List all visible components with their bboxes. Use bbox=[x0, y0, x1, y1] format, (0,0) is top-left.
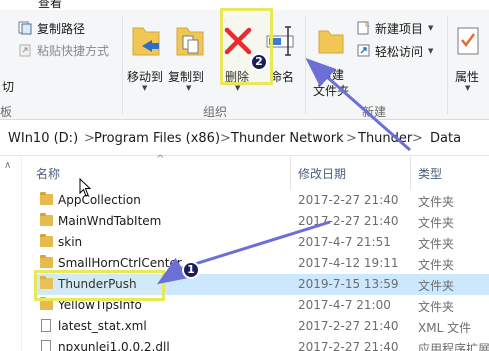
step-badge-2: 2 bbox=[250, 53, 268, 71]
arrow-tail-thunderpush bbox=[181, 220, 331, 270]
file-explorer-window: 查看 切 板 复制路径 粘贴快捷方式 移动到 ▼ 复制到 ▼ 删除 ▼ 命名 组… bbox=[0, 0, 489, 351]
annotation-arrows bbox=[156, 58, 411, 285]
arrow-to-new-folder bbox=[305, 58, 411, 152]
step-badge-1: 1 bbox=[182, 261, 200, 279]
arrow-to-thunderpush bbox=[156, 257, 189, 285]
